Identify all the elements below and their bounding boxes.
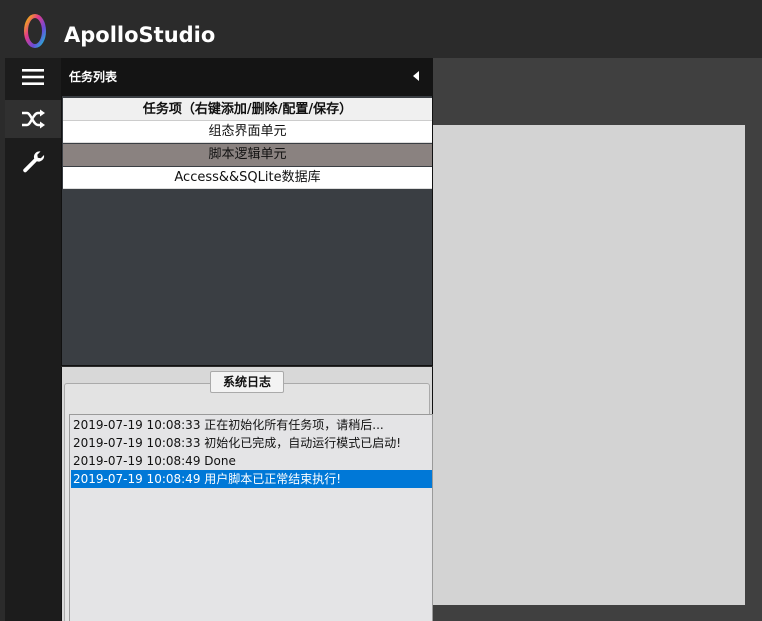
nav-item-tools[interactable]	[5, 142, 61, 180]
task-item-ui-unit[interactable]: 组态界面单元	[63, 121, 432, 143]
log-line[interactable]: 2019-07-19 10:08:33 正在初始化所有任务项，请稍后...	[71, 416, 432, 434]
log-line[interactable]: 2019-07-19 10:08:49 Done	[71, 452, 432, 470]
app-title: ApolloStudio	[64, 23, 216, 47]
nav-rail	[5, 58, 61, 621]
log-group-box: 2019-07-19 10:08:33 正在初始化所有任务项，请稍后... 20…	[64, 383, 433, 621]
log-tab[interactable]: 系统日志	[210, 371, 284, 393]
task-column-header: 任务项（右键添加/删除/配置/保存）	[63, 98, 432, 121]
hamburger-menu-icon	[22, 69, 44, 85]
design-canvas[interactable]	[433, 125, 745, 605]
task-item-database[interactable]: Access&&SQLite数据库	[63, 167, 432, 189]
ring-logo-icon	[24, 14, 46, 48]
title-bar: ApolloStudio	[0, 0, 762, 58]
log-list[interactable]: 2019-07-19 10:08:33 正在初始化所有任务项，请稍后... 20…	[69, 414, 433, 621]
log-line-selected[interactable]: 2019-07-19 10:08:49 用户脚本已正常结束执行!	[71, 470, 432, 488]
log-panel: 2019-07-19 10:08:33 正在初始化所有任务项，请稍后... 20…	[61, 367, 433, 621]
menu-button[interactable]	[5, 58, 61, 96]
task-panel-header: 任务列表	[61, 58, 433, 96]
task-item-script-unit[interactable]: 脚本逻辑单元	[63, 144, 432, 166]
nav-item-tasks[interactable]	[5, 100, 61, 138]
log-line[interactable]: 2019-07-19 10:08:33 初始化已完成，自动运行模式已启动!	[71, 434, 432, 452]
triangle-left-icon[interactable]	[413, 71, 419, 81]
workspace	[433, 58, 762, 621]
task-list: 任务项（右键添加/删除/配置/保存） 组态界面单元 脚本逻辑单元 Access&…	[61, 96, 433, 366]
wrench-icon	[23, 151, 45, 173]
panel-title: 任务列表	[69, 70, 118, 84]
shuffle-icon	[22, 109, 45, 129]
